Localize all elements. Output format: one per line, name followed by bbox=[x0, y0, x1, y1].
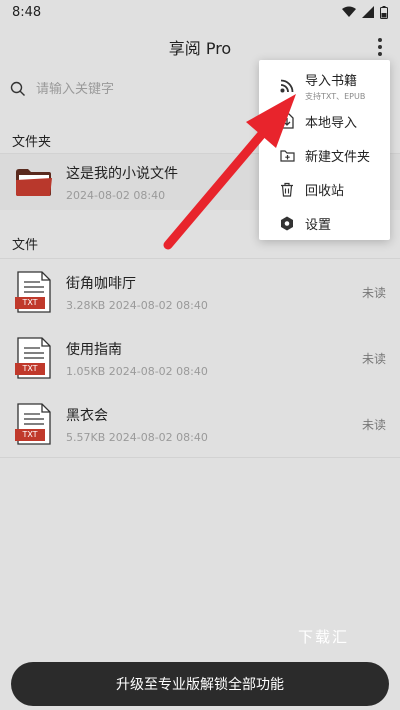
menu-item-import-books[interactable]: 导入书籍 支持TXT、EPUB bbox=[259, 66, 390, 106]
watermark: 下载汇 bbox=[298, 628, 350, 646]
trash-icon bbox=[279, 181, 295, 197]
folder-icon bbox=[12, 160, 56, 204]
upgrade-button[interactable]: 升级至专业版解锁全部功能 bbox=[11, 662, 389, 706]
more-dot-icon bbox=[378, 45, 382, 49]
battery-icon bbox=[380, 5, 388, 19]
overflow-menu: 导入书籍 支持TXT、EPUB 本地导入 新建文件夹 回收站 设置 bbox=[259, 60, 390, 240]
menu-sublabel: 支持TXT、EPUB bbox=[305, 92, 366, 101]
section-label-files: 文件 bbox=[12, 238, 39, 253]
read-status: 未读 bbox=[361, 352, 386, 366]
file-row[interactable]: TXT 黑衣会 5.57KB 2024-08-02 08:40 未读 bbox=[0, 392, 400, 456]
page-title: 享阅 Pro bbox=[168, 39, 232, 58]
menu-label: 回收站 bbox=[305, 183, 345, 199]
read-status: 未读 bbox=[361, 286, 386, 300]
file-import-icon bbox=[279, 113, 295, 129]
upgrade-button-label: 升级至专业版解锁全部功能 bbox=[116, 677, 284, 693]
txt-file-icon: TXT bbox=[12, 270, 56, 314]
search-icon bbox=[10, 81, 25, 96]
folder-plus-icon bbox=[279, 147, 295, 163]
status-time: 8:48 bbox=[12, 4, 42, 20]
read-status: 未读 bbox=[361, 418, 386, 432]
search-input[interactable] bbox=[36, 81, 236, 97]
menu-item-settings[interactable]: 设置 bbox=[259, 206, 390, 240]
settings-icon bbox=[279, 215, 295, 231]
more-dot-icon bbox=[378, 38, 382, 42]
txt-file-icon: TXT bbox=[12, 402, 56, 446]
file-name: 黑衣会 bbox=[66, 407, 108, 424]
file-name: 街角咖啡厅 bbox=[66, 275, 136, 292]
status-bar: 8:48 bbox=[0, 0, 400, 24]
more-dot-icon bbox=[378, 52, 382, 56]
section-label-folders: 文件夹 bbox=[12, 135, 52, 150]
file-meta: 5.57KB 2024-08-02 08:40 bbox=[66, 430, 208, 444]
file-row[interactable]: TXT 使用指南 1.05KB 2024-08-02 08:40 未读 bbox=[0, 326, 400, 390]
rss-icon bbox=[279, 78, 295, 94]
status-icons bbox=[342, 5, 388, 19]
folder-name: 这是我的小说文件 bbox=[66, 165, 178, 182]
menu-label: 本地导入 bbox=[305, 115, 358, 131]
signal-icon bbox=[362, 6, 374, 18]
menu-label: 设置 bbox=[305, 217, 332, 233]
txt-file-icon: TXT bbox=[12, 336, 56, 380]
menu-item-recycle-bin[interactable]: 回收站 bbox=[259, 172, 390, 206]
menu-label: 新建文件夹 bbox=[305, 149, 371, 165]
menu-item-new-folder[interactable]: 新建文件夹 bbox=[259, 138, 390, 172]
file-row[interactable]: TXT 街角咖啡厅 3.28KB 2024-08-02 08:40 未读 bbox=[0, 260, 400, 324]
file-name: 使用指南 bbox=[66, 341, 122, 358]
wifi-icon bbox=[342, 6, 356, 17]
txt-badge: TXT bbox=[22, 430, 38, 439]
more-options-button[interactable] bbox=[370, 34, 390, 60]
divider bbox=[0, 457, 400, 458]
menu-label: 导入书籍 bbox=[305, 74, 358, 89]
folder-date: 2024-08-02 08:40 bbox=[66, 188, 166, 202]
txt-badge: TXT bbox=[22, 364, 38, 373]
divider bbox=[0, 258, 400, 259]
menu-item-local-import[interactable]: 本地导入 bbox=[259, 104, 390, 138]
file-meta: 3.28KB 2024-08-02 08:40 bbox=[66, 298, 208, 312]
file-meta: 1.05KB 2024-08-02 08:40 bbox=[66, 364, 208, 378]
txt-badge: TXT bbox=[22, 298, 38, 307]
